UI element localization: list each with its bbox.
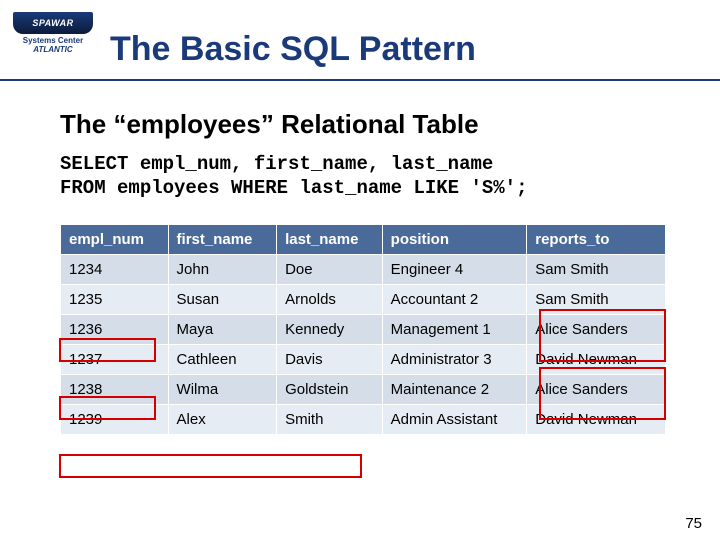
cell: Alice Sanders: [527, 315, 666, 345]
cell: Maya: [168, 315, 277, 345]
section-subtitle: The “employees” Relational Table: [60, 109, 674, 140]
table-row: 1239 Alex Smith Admin Assistant David Ne…: [61, 405, 666, 435]
table-row: 1234 John Doe Engineer 4 Sam Smith: [61, 255, 666, 285]
table-row: 1235 Susan Arnolds Accountant 2 Sam Smit…: [61, 285, 666, 315]
cell: Doe: [277, 255, 383, 285]
cell: Maintenance 2: [382, 375, 527, 405]
cell: 1238: [61, 375, 169, 405]
table-header-row: empl_num first_name last_name position r…: [61, 225, 666, 255]
cell: Alice Sanders: [527, 375, 666, 405]
employees-table: empl_num first_name last_name position r…: [60, 224, 666, 435]
cell: 1236: [61, 315, 169, 345]
cell: David Newman: [527, 405, 666, 435]
cell: Management 1: [382, 315, 527, 345]
cell: Davis: [277, 345, 383, 375]
cell: 1237: [61, 345, 169, 375]
cell: Alex: [168, 405, 277, 435]
cell: Goldstein: [277, 375, 383, 405]
cell: Susan: [168, 285, 277, 315]
cell: 1235: [61, 285, 169, 315]
slide: SPAWAR Systems Center ATLANTIC The Basic…: [0, 0, 720, 540]
cell: Sam Smith: [527, 255, 666, 285]
col-last-name: last_name: [277, 225, 383, 255]
col-reports-to: reports_to: [527, 225, 666, 255]
table-row: 1238 Wilma Goldstein Maintenance 2 Alice…: [61, 375, 666, 405]
header: SPAWAR Systems Center ATLANTIC The Basic…: [0, 12, 720, 81]
cell: Cathleen: [168, 345, 277, 375]
table-row: 1236 Maya Kennedy Management 1 Alice San…: [61, 315, 666, 345]
cell: Admin Assistant: [382, 405, 527, 435]
logo-line2: ATLANTIC: [33, 45, 72, 54]
cell: Sam Smith: [527, 285, 666, 315]
sql-line1: SELECT empl_num, first_name, last_name: [60, 153, 493, 175]
cell: 1239: [61, 405, 169, 435]
logo-top: SPAWAR: [13, 12, 93, 34]
cell: Accountant 2: [382, 285, 527, 315]
cell: Kennedy: [277, 315, 383, 345]
cell: Smith: [277, 405, 383, 435]
page-title: The Basic SQL Pattern: [110, 12, 476, 79]
highlight-box: [59, 454, 362, 478]
cell: John: [168, 255, 277, 285]
cell: Wilma: [168, 375, 277, 405]
cell: David Newman: [527, 345, 666, 375]
col-first-name: first_name: [168, 225, 277, 255]
cell: Administrator 3: [382, 345, 527, 375]
logo-subtitle: Systems Center ATLANTIC: [23, 36, 83, 54]
page-number: 75: [685, 515, 702, 532]
cell: Engineer 4: [382, 255, 527, 285]
table-row: 1237 Cathleen Davis Administrator 3 Davi…: [61, 345, 666, 375]
col-empl-num: empl_num: [61, 225, 169, 255]
content: The “employees” Relational Table SELECT …: [0, 81, 720, 435]
table-body: 1234 John Doe Engineer 4 Sam Smith 1235 …: [61, 255, 666, 435]
cell: 1234: [61, 255, 169, 285]
sql-code: SELECT empl_num, first_name, last_name F…: [60, 152, 674, 200]
logo: SPAWAR Systems Center ATLANTIC: [10, 12, 96, 66]
sql-line2: FROM employees WHERE last_name LIKE 'S%'…: [60, 177, 527, 199]
logo-line1: Systems Center: [23, 36, 83, 45]
col-position: position: [382, 225, 527, 255]
cell: Arnolds: [277, 285, 383, 315]
